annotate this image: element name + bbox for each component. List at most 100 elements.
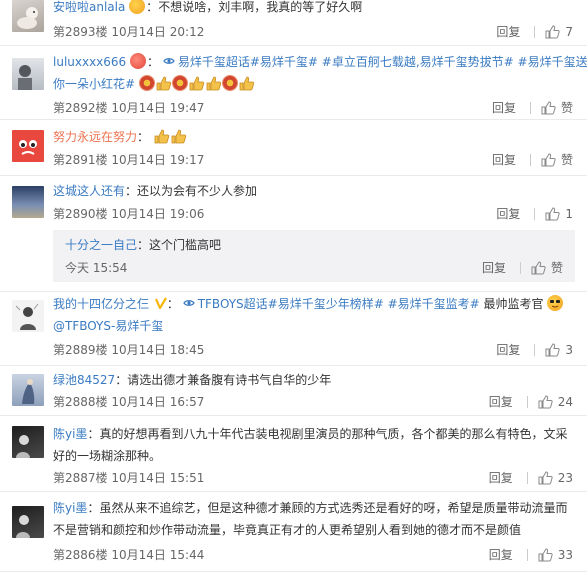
thumbs-up-icon [531, 261, 546, 275]
avatar[interactable] [12, 506, 44, 538]
like-button[interactable]: 1 [545, 206, 573, 222]
avatar[interactable] [12, 300, 44, 332]
comment-item: 努力永远在努力： 第2891楼 10月14日 19:17 回复 赞 [0, 120, 587, 176]
comment-time: 16:57 [169, 395, 205, 409]
avatar[interactable] [12, 0, 44, 32]
comment-username[interactable]: 陈yi墨 [53, 501, 87, 515]
comment-username[interactable]: luluxxxx666 [53, 55, 126, 69]
emoji-icon [129, 0, 146, 14]
comment-text-continued: 好的一场糊涂那种。 [53, 449, 162, 463]
comment-item: 这城这人还有：还以为会有不少人参加 第2890楼 10月14日 19:06 回复… [0, 176, 587, 292]
sub-reply-time: 今天 15:54 [65, 261, 128, 275]
reply-button[interactable]: 回复 [489, 547, 513, 563]
comment-date: 10月14日 [111, 395, 166, 409]
comment-time: 15:44 [169, 548, 205, 562]
sunglasses-emoji-icon [547, 295, 564, 311]
thumbs-up-icon [545, 25, 561, 39]
comment-item: 绿池84527：请选出德才兼备腹有诗书气自华的少年 第2888楼 10月14日 … [0, 366, 587, 416]
like-count: 24 [557, 395, 573, 409]
comment-username[interactable]: 这城这人还有 [53, 184, 125, 198]
thumbs-up-emoji-icon [206, 76, 222, 91]
sub-reply-username[interactable]: 十分之一自己 [65, 238, 137, 252]
reply-button[interactable]: 回复 [482, 260, 506, 276]
comment-username[interactable]: 绿池84527 [53, 373, 115, 387]
like-count: 1 [565, 207, 573, 221]
comment-date: 10月14日 [111, 471, 166, 485]
divider [519, 262, 521, 274]
thumbs-up-emoji-icon [171, 129, 187, 144]
comment-username[interactable]: 努力永远在努力 [53, 130, 137, 144]
like-button[interactable]: 23 [538, 470, 573, 486]
reply-button[interactable]: 回复 [489, 470, 513, 486]
divider [526, 396, 528, 408]
comment-item: 我的十四亿分之仨 ： TFBOYS超话#易烊千玺少年榜样# #易烊千玺监考# 最… [0, 292, 587, 366]
comment-list: 安啦啦anlala ：不想说啥，刘丰啊，我真的等了好久啊 第2893楼 10月1… [0, 0, 587, 579]
comment-username[interactable]: 我的十四亿分之仨 [53, 297, 149, 311]
like-button[interactable]: 7 [545, 24, 573, 40]
thumbs-up-icon [538, 471, 553, 485]
comment-date: 10月14日 [111, 25, 166, 39]
comment-time: 20:12 [169, 25, 205, 39]
like-count: 赞 [550, 261, 563, 275]
floor-number: 第2889楼 [53, 343, 108, 357]
comment-separator: ： [166, 297, 179, 311]
comment-username[interactable]: 安啦啦anlala [53, 0, 125, 14]
thumbs-up-emoji-icon [156, 76, 172, 91]
comment-item: luluxxxx666 ： 易烊千玺超话#易烊千玺# #卓立百舸七载越,易烊千玺… [0, 46, 587, 120]
like-count: 3 [565, 343, 573, 357]
comment-separator: ： [125, 184, 138, 198]
comment-item: 陈yi墨：真的好想再看到八九十年代古装电视剧里演员的那种气质，各个都美的那么有特… [0, 416, 587, 492]
avatar[interactable] [12, 374, 44, 406]
comment-date: 10月14日 [111, 153, 166, 167]
comment-separator: ： [146, 0, 159, 14]
divider [526, 472, 528, 484]
thumbs-up-icon [545, 207, 561, 221]
reply-button[interactable]: 回复 [489, 394, 513, 410]
avatar[interactable] [12, 130, 44, 162]
reply-button[interactable]: 回复 [492, 152, 516, 168]
comment-username[interactable]: 陈yi墨 [53, 427, 87, 441]
floor-number: 第2887楼 [53, 471, 108, 485]
divider [529, 102, 531, 114]
comment-date: 10月14日 [111, 343, 166, 357]
flower-emoji-icon [221, 75, 238, 91]
like-button[interactable]: 3 [545, 342, 573, 358]
like-count: 33 [557, 548, 573, 562]
avatar[interactable] [12, 186, 44, 218]
thumbs-up-icon [545, 343, 561, 357]
thumbs-up-emoji-icon [189, 76, 205, 91]
like-button[interactable]: 33 [538, 547, 573, 563]
topic-link[interactable]: TFBOYS超话#易烊千玺少年榜样# #易烊千玺监考# [198, 297, 484, 311]
reply-button[interactable]: 回复 [496, 206, 520, 222]
comment-text: 请选出德才兼备腹有诗书气自华的少年 [127, 373, 332, 387]
comment-separator: ： [137, 238, 150, 252]
reply-button[interactable]: 回复 [496, 24, 520, 40]
like-button[interactable]: 24 [538, 394, 573, 410]
comment-time: 18:45 [169, 343, 205, 357]
like-button[interactable]: 赞 [531, 260, 563, 276]
comment-text-continued: 不是营销和颜控和炒作带动流量，毕竟真正有才的人更希望别人看到她的德才而不是颜值 [53, 523, 522, 537]
like-button[interactable]: 赞 [541, 100, 573, 116]
comment-separator: ： [115, 373, 128, 387]
mention-link[interactable]: @TFBOYS-易烊千玺 [53, 319, 163, 333]
avatar[interactable] [12, 426, 44, 458]
like-button[interactable]: 赞 [541, 152, 573, 168]
topic-link[interactable]: 易烊千玺超话#易烊千玺# #卓立百舸七载越,易烊千玺势拔节# #易烊千玺送 [178, 55, 587, 69]
reply-button[interactable]: 回复 [496, 342, 520, 358]
divider [526, 549, 528, 561]
comment-item: 陈yi墨：虽然从来不追综艺，但是这种德才兼顾的方式选秀还是看好的呀，希望是质量带… [0, 492, 587, 572]
thumbs-up-icon [538, 548, 553, 562]
comment-time: 19:47 [169, 101, 205, 115]
comment-time: 19:17 [169, 153, 205, 167]
comment-separator: ： [147, 55, 160, 69]
comment-date: 10月14日 [111, 207, 166, 221]
comment-time: 19:06 [169, 207, 205, 221]
thumbs-up-emoji-icon [154, 129, 170, 144]
like-count: 23 [557, 471, 573, 485]
topic-link-continued[interactable]: 你一朵小红花# [53, 77, 135, 91]
avatar[interactable] [12, 58, 44, 90]
floor-number: 第2886楼 [53, 548, 108, 562]
flower-emoji-icon [171, 75, 188, 91]
like-count: 赞 [560, 153, 573, 167]
reply-button[interactable]: 回复 [492, 100, 516, 116]
